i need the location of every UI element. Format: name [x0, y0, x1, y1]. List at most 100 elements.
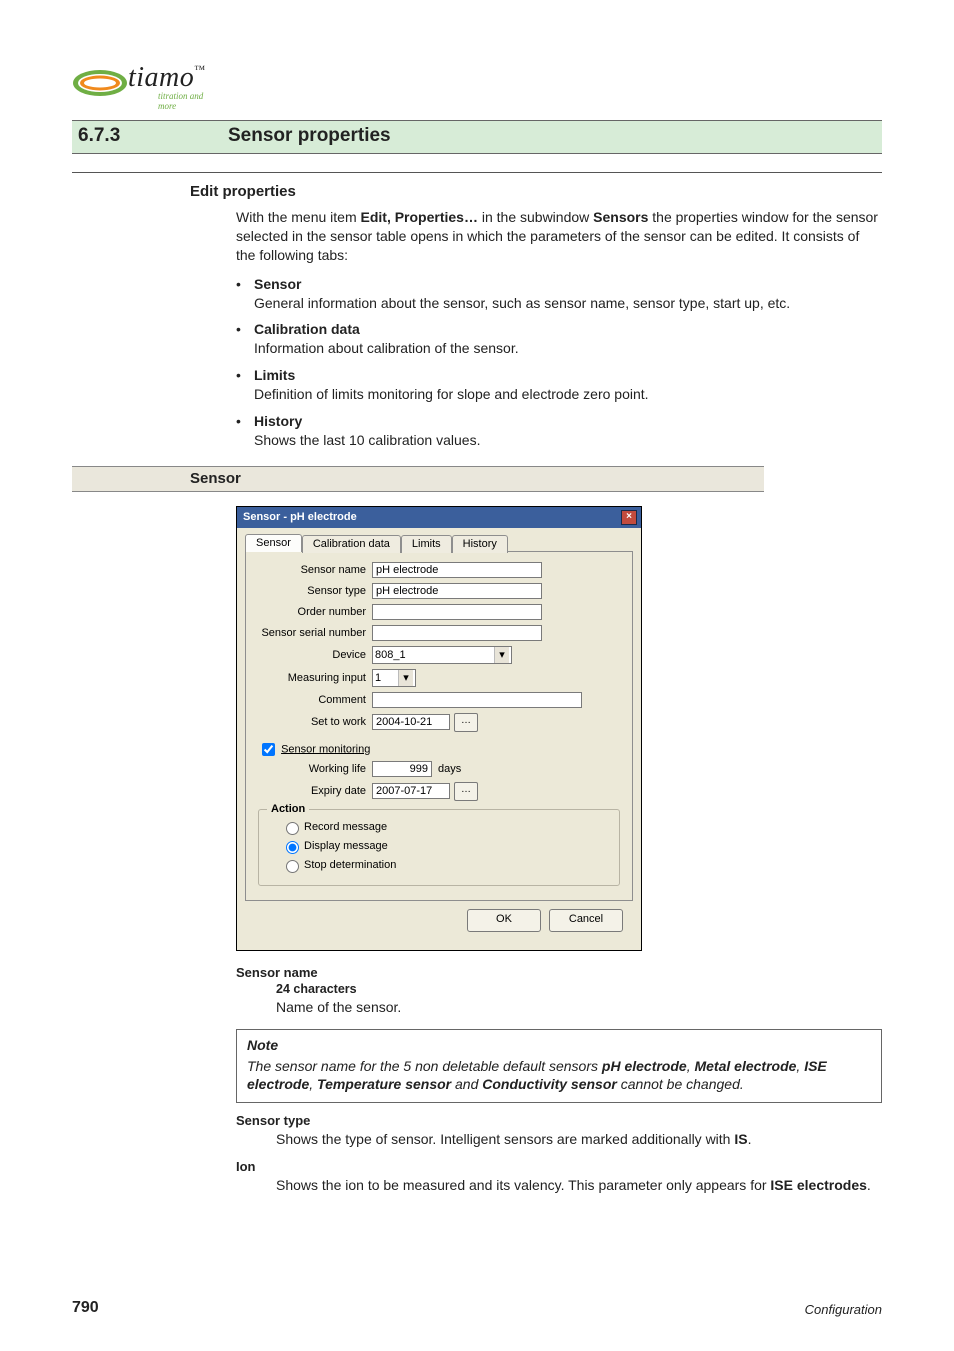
dialog-title: Sensor - pH electrode	[243, 511, 357, 523]
note-body: The sensor name for the 5 non deletable …	[247, 1057, 871, 1095]
bullet-title: Limits	[254, 367, 295, 383]
close-icon[interactable]: ×	[621, 510, 637, 525]
label-expiry-date: Expiry date	[256, 785, 372, 797]
text: Shows the ion to be measured and its val…	[276, 1177, 770, 1193]
bullet-body: General information about the sensor, su…	[254, 295, 790, 311]
label-order-number: Order number	[256, 606, 372, 618]
radio-label: Display message	[304, 840, 388, 852]
dialog-titlebar[interactable]: Sensor - pH electrode ×	[237, 507, 641, 528]
rule-line	[72, 172, 882, 173]
serial-number-input[interactable]	[372, 625, 542, 641]
dialog-screenshot: Sensor - pH electrode × Sensor Calibrati…	[236, 506, 882, 951]
action-record-message[interactable]: Record message	[281, 819, 609, 835]
expiry-date-picker-button[interactable]: …	[454, 782, 478, 801]
expiry-date-input[interactable]	[372, 783, 450, 799]
tab-calibration-data[interactable]: Calibration data	[302, 535, 401, 553]
text: With the menu item	[236, 209, 361, 225]
text: .	[867, 1177, 871, 1193]
bullet-body: Information about calibration of the sen…	[254, 340, 519, 356]
bullet-title: Calibration data	[254, 321, 360, 337]
text: in the subwindow	[478, 209, 593, 225]
device-select[interactable]: 808_1 ▾	[372, 646, 512, 664]
action-display-message[interactable]: Display message	[281, 838, 609, 854]
logo: tiamo™ titration and more	[72, 60, 222, 111]
tabs-bullet-list: Sensor General information about the sen…	[236, 275, 882, 450]
list-item: Calibration data Information about calib…	[236, 320, 882, 358]
bullet-title: History	[254, 413, 302, 429]
tab-history[interactable]: History	[452, 535, 508, 553]
label-serial-number: Sensor serial number	[256, 627, 372, 639]
radio-record-message[interactable]	[286, 822, 299, 835]
label-set-to-work: Set to work	[256, 716, 372, 728]
label-sensor-type: Sensor type	[256, 585, 372, 597]
radio-label: Stop determination	[304, 859, 396, 871]
def-term-sensor-type: Sensor type	[236, 1113, 882, 1128]
def-range-sensor-name: 24 characters	[276, 982, 882, 996]
measuring-input-select[interactable]: 1 ▾	[372, 669, 416, 687]
page-number: 790	[72, 1299, 99, 1317]
text: and	[451, 1076, 482, 1092]
sensor-ref: Conductivity sensor	[482, 1076, 617, 1092]
sensor-monitoring-checkbox[interactable]	[262, 743, 275, 756]
dialog-tabs: Sensor Calibration data Limits History	[245, 534, 633, 552]
sensor-ref: Temperature sensor	[317, 1076, 451, 1092]
list-item: History Shows the last 10 calibration va…	[236, 412, 882, 450]
label-comment: Comment	[256, 694, 372, 706]
label-device: Device	[256, 649, 372, 661]
label-measuring-input: Measuring input	[256, 672, 372, 684]
section-number: 6.7.3	[72, 125, 228, 147]
sensor-name-input[interactable]	[372, 562, 542, 578]
radio-display-message[interactable]	[286, 841, 299, 854]
menu-item-ref: Edit, Properties…	[361, 209, 478, 225]
subwindow-ref: Sensors	[593, 209, 648, 225]
label-working-life: Working life	[256, 763, 372, 775]
label-sensor-name: Sensor name	[256, 564, 372, 576]
ok-button[interactable]: OK	[467, 909, 541, 932]
section-heading-bar: 6.7.3 Sensor properties	[72, 120, 882, 154]
order-number-input[interactable]	[372, 604, 542, 620]
dialog-button-bar: OK Cancel	[245, 901, 633, 942]
note-box: Note The sensor name for the 5 non delet…	[236, 1029, 882, 1104]
chevron-down-icon: ▾	[494, 647, 509, 663]
text: The sensor name for the 5 non deletable …	[247, 1058, 602, 1074]
sensor-monitoring-label: Sensor monitoring	[281, 743, 370, 755]
sensor-type-display	[372, 583, 542, 599]
device-value: 808_1	[375, 649, 406, 661]
tab-sensor[interactable]: Sensor	[245, 534, 302, 552]
sensor-monitoring-toggle[interactable]: Sensor monitoring	[258, 740, 622, 759]
comment-input[interactable]	[372, 692, 582, 708]
chapter-name: Configuration	[805, 1302, 882, 1317]
radio-label: Record message	[304, 821, 387, 833]
bullet-body: Definition of limits monitoring for slop…	[254, 386, 649, 402]
sensor-ref: pH electrode	[602, 1058, 687, 1074]
tab-panel-sensor: Sensor name Sensor type Order number Sen…	[245, 551, 633, 901]
is-marker: IS	[734, 1131, 747, 1147]
section-title: Sensor properties	[228, 125, 391, 147]
text: cannot be changed.	[617, 1076, 744, 1092]
action-stop-determination[interactable]: Stop determination	[281, 857, 609, 873]
tab-limits[interactable]: Limits	[401, 535, 452, 553]
sensor-ref: Metal electrode	[694, 1058, 796, 1074]
subsection-heading: Sensor	[190, 470, 241, 487]
def-body-sensor-name: Name of the sensor.	[276, 998, 882, 1017]
cancel-button[interactable]: Cancel	[549, 909, 623, 932]
text: Shows the type of sensor. Intelligent se…	[276, 1131, 734, 1147]
list-item: Limits Definition of limits monitoring f…	[236, 366, 882, 404]
logo-tagline: titration and more	[158, 91, 222, 111]
def-term-ion: Ion	[236, 1159, 882, 1174]
bullet-body: Shows the last 10 calibration values.	[254, 432, 480, 448]
logo-tm: ™	[194, 64, 205, 76]
chevron-down-icon: ▾	[398, 670, 413, 686]
radio-stop-determination[interactable]	[286, 860, 299, 873]
working-life-unit: days	[438, 763, 461, 775]
text: .	[748, 1131, 752, 1147]
set-to-work-input[interactable]	[372, 714, 450, 730]
action-legend: Action	[267, 803, 309, 815]
ise-ref: ISE electrodes	[770, 1177, 867, 1193]
edit-properties-heading: Edit properties	[190, 183, 882, 200]
page-footer: 790 Configuration	[72, 1299, 882, 1317]
list-item: Sensor General information about the sen…	[236, 275, 882, 313]
set-to-work-picker-button[interactable]: …	[454, 713, 478, 732]
def-body-sensor-type: Shows the type of sensor. Intelligent se…	[276, 1130, 882, 1149]
working-life-input[interactable]	[372, 761, 432, 777]
